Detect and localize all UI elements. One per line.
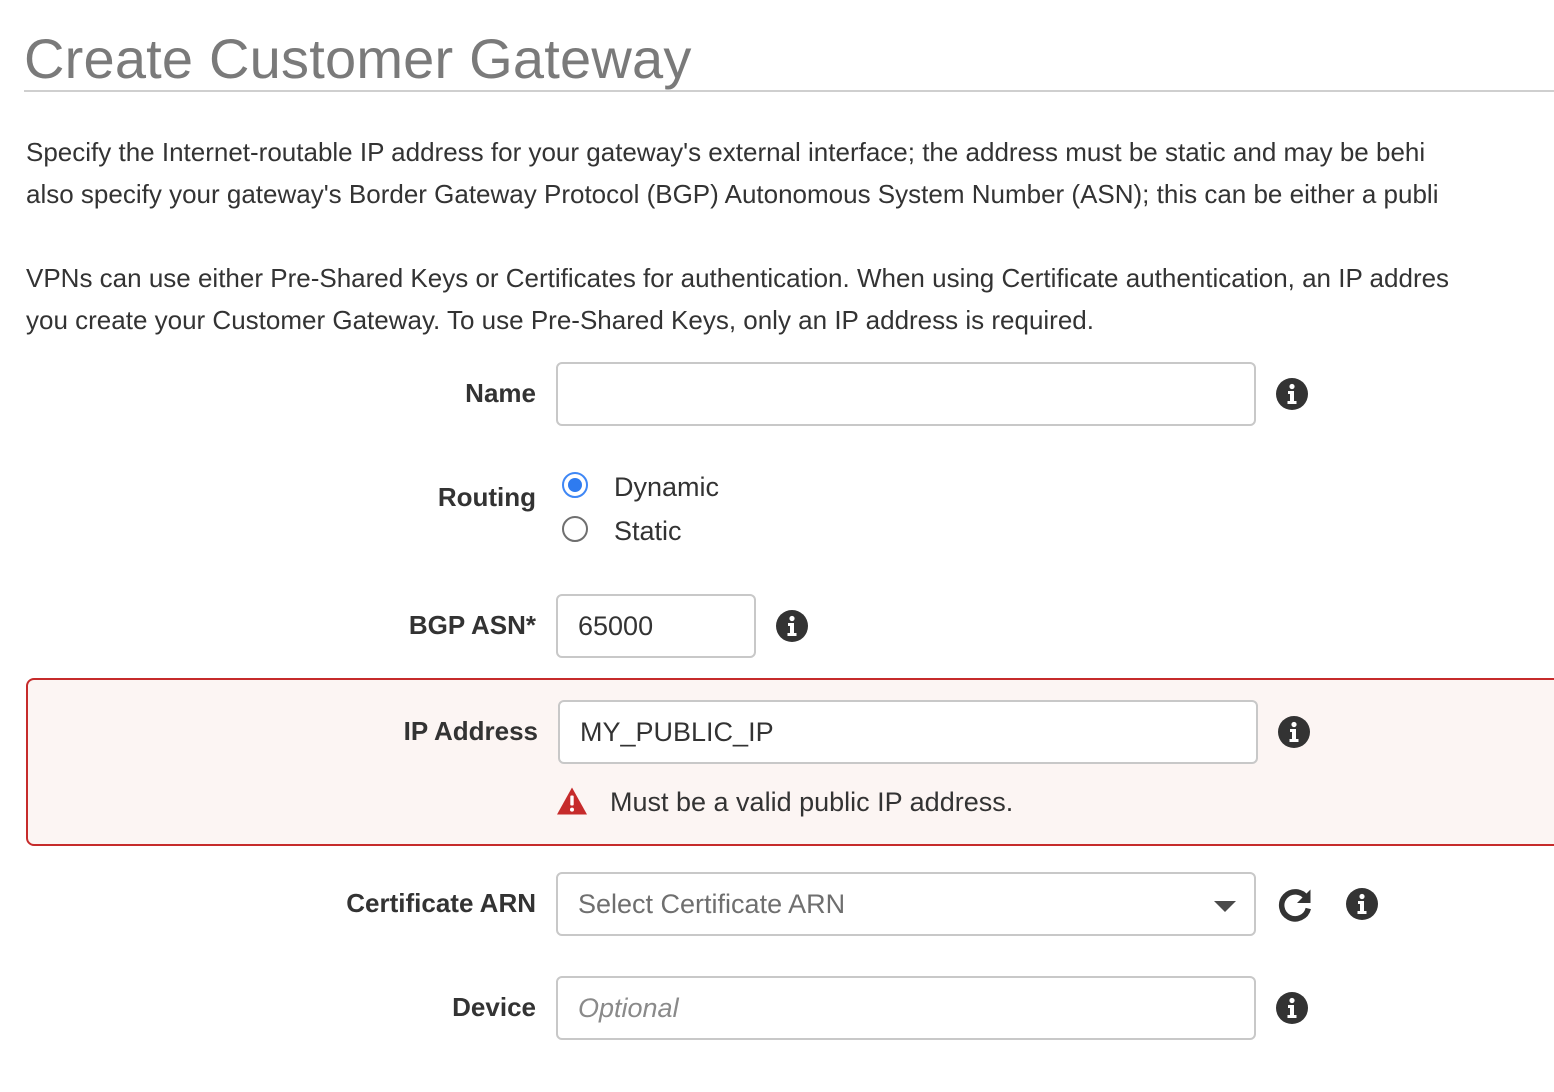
intro-line-1: Specify the Internet-routable IP address… xyxy=(26,137,1426,167)
bgp-asn-label: BGP ASN* xyxy=(408,610,536,640)
ip-address-label: IP Address xyxy=(403,716,538,746)
device-input[interactable] xyxy=(556,976,1256,1040)
bgp-asn-input[interactable] xyxy=(556,594,756,658)
auth-line-1: VPNs can use either Pre-Shared Keys or C… xyxy=(26,263,1450,293)
chevron-down-icon xyxy=(1214,901,1236,912)
title-divider xyxy=(24,90,1554,92)
certificate-arn-info-icon[interactable] xyxy=(1345,887,1379,921)
routing-label: Routing xyxy=(437,482,536,512)
auth-paragraph: VPNs can use either Pre-Shared Keys or C… xyxy=(26,257,1449,341)
name-label: Name xyxy=(465,378,536,408)
certificate-arn-select[interactable]: Select Certificate ARN xyxy=(556,872,1256,936)
routing-dynamic-radio[interactable] xyxy=(562,472,588,498)
auth-line-2: you create your Customer Gateway. To use… xyxy=(26,305,1094,335)
page-title: Create Customer Gateway xyxy=(24,27,692,90)
intro-paragraph: Specify the Internet-routable IP address… xyxy=(26,131,1438,215)
routing-static-radio[interactable] xyxy=(562,516,588,542)
routing-static-label[interactable]: Static xyxy=(614,516,682,547)
refresh-icon[interactable] xyxy=(1276,886,1314,924)
bgp-asn-info-icon[interactable] xyxy=(775,609,809,643)
ip-address-error-message: Must be a valid public IP address. xyxy=(610,787,1014,817)
ip-address-input[interactable] xyxy=(558,700,1258,764)
create-customer-gateway-page: Create Customer Gateway Specify the Inte… xyxy=(0,0,1554,1092)
certificate-arn-label: Certificate ARN xyxy=(346,888,536,918)
name-info-icon[interactable] xyxy=(1275,377,1309,411)
warning-triangle-icon xyxy=(557,787,587,815)
routing-dynamic-label[interactable]: Dynamic xyxy=(614,472,719,503)
certificate-arn-placeholder: Select Certificate ARN xyxy=(578,889,846,919)
device-label: Device xyxy=(452,992,536,1022)
intro-line-2: also specify your gateway's Border Gatew… xyxy=(26,179,1439,209)
name-input[interactable] xyxy=(556,362,1256,426)
device-info-icon[interactable] xyxy=(1275,991,1309,1025)
ip-address-info-icon[interactable] xyxy=(1277,715,1311,749)
